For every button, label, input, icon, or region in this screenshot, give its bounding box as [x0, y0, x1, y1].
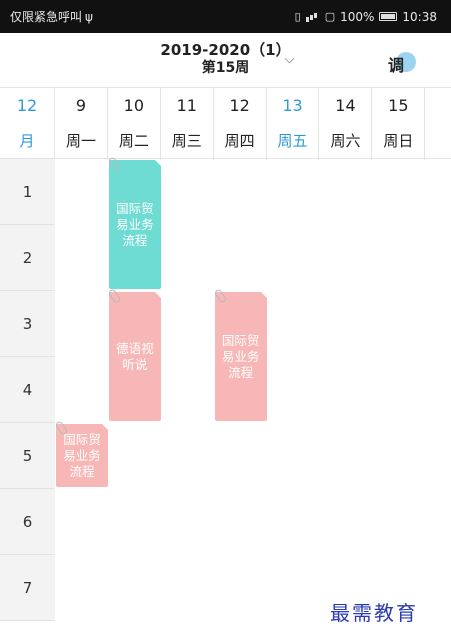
day-date: 14 — [335, 96, 356, 115]
day-date: 10 — [123, 96, 145, 115]
status-right: ▯ ▢ 100% 10:38 — [295, 10, 437, 24]
day-weekday: 周二 — [118, 132, 149, 150]
adjust-label: 调 — [388, 56, 405, 75]
sim-icon: ▢ — [324, 10, 336, 23]
day-weekday: 周一 — [65, 132, 96, 150]
day-column-9: 9 周一 — [55, 88, 108, 160]
day-column-13: 13 周五 — [267, 88, 320, 160]
day-weekday: 周五 — [277, 132, 308, 150]
adjust-button[interactable]: 调 — [387, 50, 416, 76]
battery-icon — [379, 12, 398, 21]
term-title: 2019-2020（1） — [160, 41, 291, 59]
period-cell-5: 5 — [0, 423, 55, 489]
day-date: 15 — [388, 96, 409, 115]
watermark-text: 最需教育 — [330, 601, 418, 625]
course-name: 国际贸易业务流程 — [63, 431, 101, 479]
month-label: 月 — [19, 132, 35, 150]
period-cell-4: 4 — [0, 357, 55, 423]
term-selector[interactable]: 2019-2020（1） 第15周 — [0, 41, 451, 77]
course-card[interactable]: 德语视听说 — [107, 288, 161, 421]
period-cell-6: 6 — [0, 489, 55, 555]
corner-fold-icon — [101, 424, 108, 430]
day-column-10: 10 周二 — [108, 88, 161, 160]
day-date: 12 — [229, 96, 250, 115]
day-date: 13 — [282, 96, 303, 115]
paperclip-icon — [107, 288, 122, 304]
day-weekday: 周日 — [383, 132, 414, 150]
paperclip-icon — [213, 288, 228, 304]
period-cell-1: 1 — [0, 159, 55, 225]
clock-time: 10:38 — [402, 9, 437, 24]
schedule-header: 2019-2020（1） 第15周 调 — [0, 33, 451, 87]
day-column-14: 14 周六 — [320, 88, 373, 160]
course-name: 国际贸易业务流程 — [116, 200, 154, 248]
month-cell: 12 月 — [0, 88, 55, 160]
day-weekday: 周六 — [330, 132, 361, 150]
month-number: 12 — [16, 96, 38, 115]
day-weekday: 周四 — [224, 132, 255, 150]
course-name: 德语视听说 — [116, 340, 154, 372]
week-title: 第15周 — [201, 60, 250, 76]
period-cell-7: 7 — [0, 555, 55, 621]
corner-fold-icon — [154, 160, 161, 166]
paperclip-icon — [107, 156, 122, 172]
day-column-15: 15 周日 — [372, 88, 426, 160]
emergency-call-text: 仅限紧急呼叫 — [10, 10, 83, 24]
course-card[interactable]: 国际贸易业务流程 — [54, 420, 108, 487]
period-cell-2: 2 — [0, 225, 55, 291]
usb-icon: ψ — [85, 9, 93, 24]
vibrate-icon: ▯ — [294, 10, 301, 23]
day-column-12: 12 周四 — [214, 88, 267, 160]
course-name: 国际贸易业务流程 — [221, 332, 260, 380]
period-cell-3: 3 — [0, 291, 55, 357]
status-bar: 仅限紧急呼叫 ψ ▯ ▢ 100% 10:38 — [0, 0, 451, 33]
day-date: 11 — [176, 96, 197, 115]
battery-percent: 100% — [340, 9, 375, 24]
course-card[interactable]: 国际贸易业务流程 — [213, 288, 267, 421]
course-card[interactable]: 国际贸易业务流程 — [107, 156, 161, 289]
timetable-grid: 1 2 3 4 5 6 7 国际贸易业务流程 德语视听说 国际贸易业务流程 国际贸易业务流程 — [0, 156, 451, 643]
weekday-header: 12 月 9 周一 10 周二 11 周三 12 周四 13 周五 14 周六 15 周日 — [0, 87, 451, 160]
status-left: 仅限紧急呼叫 ψ — [10, 8, 93, 25]
day-weekday: 周三 — [171, 132, 202, 150]
corner-fold-icon — [260, 292, 267, 298]
day-date: 9 — [75, 96, 87, 115]
day-column-11: 11 周三 — [161, 88, 214, 160]
corner-fold-icon — [154, 292, 161, 298]
wifi-icon — [305, 12, 320, 22]
